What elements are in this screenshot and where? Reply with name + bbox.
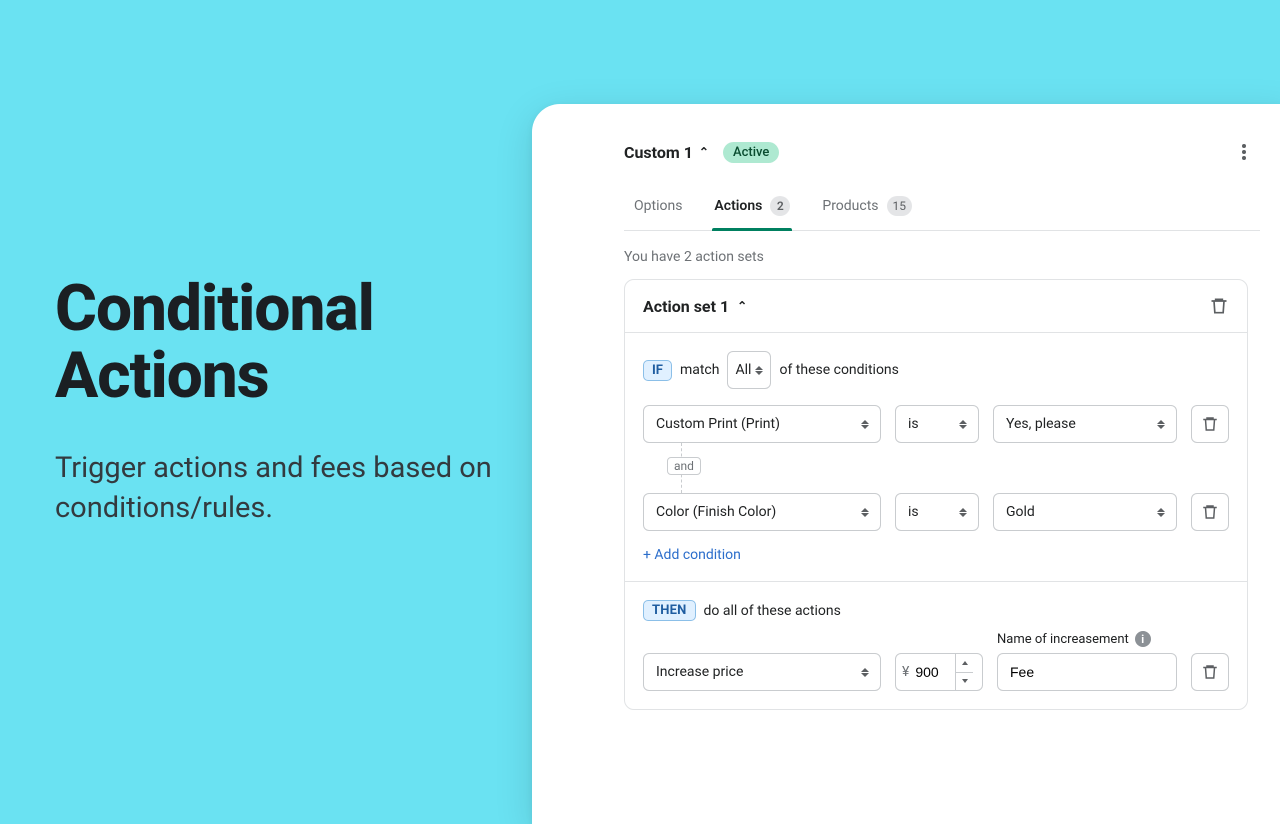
of-these-text: of these conditions <box>779 362 898 378</box>
chevron-up-icon: ⌃ <box>737 299 747 313</box>
delete-action-button[interactable] <box>1191 653 1229 691</box>
delete-condition-button[interactable] <box>1191 405 1229 443</box>
card-title-text: Custom 1 <box>624 143 693 162</box>
caret-up-icon <box>962 661 968 665</box>
tab-actions[interactable]: Actions 2 <box>712 186 792 230</box>
condition-field-select[interactable]: Custom Print (Print) <box>643 405 881 443</box>
name-of-increasement-label: Name of increasement i <box>997 631 1177 647</box>
kebab-icon <box>1242 150 1246 154</box>
condition-row: Color (Finish Color) is Gold <box>643 493 1229 531</box>
do-all-text: do all of these actions <box>704 603 841 619</box>
card-header: Custom 1 ⌃ Active <box>624 140 1276 164</box>
condition-value-select[interactable]: Gold <box>993 493 1177 531</box>
tab-products-count: 15 <box>887 196 913 216</box>
condition-field-select[interactable]: Color (Finish Color) <box>643 493 881 531</box>
promo-subheading: Trigger actions and fees based on condit… <box>55 449 545 527</box>
then-chip: THEN <box>643 600 696 621</box>
select-arrows-icon <box>755 366 763 375</box>
condition-row: Custom Print (Print) is Yes, please <box>643 405 1229 443</box>
match-mode-select[interactable]: All <box>727 351 771 389</box>
select-arrows-icon <box>860 420 870 429</box>
tab-products[interactable]: Products 15 <box>820 186 914 230</box>
name-label-text: Name of increasement <box>997 632 1129 647</box>
match-mode-value: All <box>735 362 751 378</box>
condition-field-value: Color (Finish Color) <box>656 504 776 520</box>
increasement-name-input[interactable] <box>997 653 1177 691</box>
chevron-up-icon: ⌃ <box>699 145 709 159</box>
currency-symbol: ¥ <box>896 654 915 690</box>
action-sets-summary: You have 2 action sets <box>624 249 1276 265</box>
if-block: IF match All of these conditions Custom … <box>625 332 1247 581</box>
tab-products-label: Products <box>822 198 878 214</box>
add-condition-link[interactable]: + Add condition <box>643 547 741 563</box>
trash-icon <box>1201 415 1219 433</box>
status-badge: Active <box>723 142 779 163</box>
more-menu-button[interactable] <box>1232 140 1256 164</box>
amount-step-down[interactable] <box>956 673 973 691</box>
caret-down-icon <box>962 679 968 683</box>
condition-operator-value: is <box>908 504 919 520</box>
trash-icon <box>1209 296 1229 316</box>
select-arrows-icon <box>860 508 870 517</box>
tab-options[interactable]: Options <box>632 186 684 230</box>
condition-operator-select[interactable]: is <box>895 493 979 531</box>
amount-step-up[interactable] <box>956 654 973 673</box>
action-type-select[interactable]: Increase price <box>643 653 881 691</box>
then-block: THEN do all of these actions Increase pr… <box>625 581 1247 709</box>
condition-field-value: Custom Print (Print) <box>656 416 780 432</box>
delete-condition-button[interactable] <box>1191 493 1229 531</box>
promo-heading: Conditional Actions <box>55 275 545 409</box>
select-arrows-icon <box>958 508 968 517</box>
action-type-value: Increase price <box>656 664 743 680</box>
select-arrows-icon <box>860 668 870 677</box>
and-label: and <box>667 457 701 475</box>
select-arrows-icon <box>1156 420 1166 429</box>
condition-value-text: Yes, please <box>1006 416 1076 432</box>
condition-operator-value: is <box>908 416 919 432</box>
amount-input[interactable] <box>915 654 955 690</box>
condition-value-text: Gold <box>1006 504 1035 520</box>
select-arrows-icon <box>1156 508 1166 517</box>
condition-operator-select[interactable]: is <box>895 405 979 443</box>
trash-icon <box>1201 663 1219 681</box>
card-title[interactable]: Custom 1 ⌃ <box>624 143 709 162</box>
action-set-toggle[interactable]: Action set 1 ⌃ <box>643 297 747 316</box>
tab-actions-label: Actions <box>714 198 762 214</box>
match-word: match <box>680 362 720 378</box>
action-set-title: Action set 1 <box>643 297 729 316</box>
condition-value-select[interactable]: Yes, please <box>993 405 1177 443</box>
select-arrows-icon <box>958 420 968 429</box>
trash-icon <box>1201 503 1219 521</box>
action-set-card: Action set 1 ⌃ IF match All of these con… <box>624 279 1248 710</box>
delete-action-set-button[interactable] <box>1209 296 1229 316</box>
and-connector: and <box>643 443 1229 493</box>
tab-actions-count: 2 <box>770 196 790 216</box>
if-chip: IF <box>643 360 672 381</box>
tabs: Options Actions 2 Products 15 <box>624 186 1260 231</box>
tab-options-label: Options <box>634 198 682 214</box>
amount-input-group: ¥ <box>895 653 983 691</box>
settings-card: Custom 1 ⌃ Active Options Actions 2 Prod… <box>532 104 1280 824</box>
info-icon[interactable]: i <box>1135 631 1151 647</box>
